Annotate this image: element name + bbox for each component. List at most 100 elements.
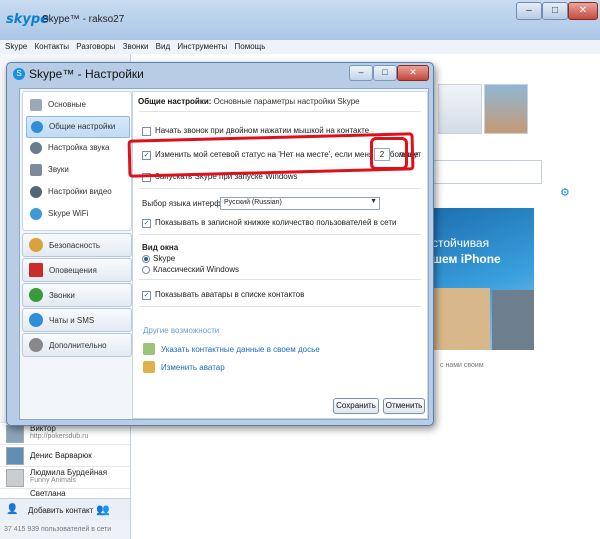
view-skype-label: Skype xyxy=(153,254,176,263)
edit-profile-link[interactable]: Указать контактные данные в своем досье xyxy=(161,345,320,354)
contact-mood: Funny Animals xyxy=(30,477,76,484)
settings-icon xyxy=(31,121,43,133)
nav-audio-settings[interactable]: Настройка звука xyxy=(26,138,128,158)
nav-label: Настройки видео xyxy=(48,187,112,196)
add-contact-button[interactable]: Добавить контакт xyxy=(28,506,93,515)
menu-contacts[interactable]: Контакты xyxy=(34,42,69,51)
contact-name: Светлана xyxy=(30,489,66,498)
dialog-minimize-button[interactable]: – xyxy=(349,65,373,81)
menu-calls[interactable]: Звонки xyxy=(123,42,149,51)
ad-caption: с нами своим xyxy=(440,362,484,369)
double-click-call-checkbox[interactable] xyxy=(142,127,151,136)
view-classic-label: Классический Windows xyxy=(153,265,239,274)
nav-label: Оповещения xyxy=(49,266,97,275)
divider xyxy=(139,111,421,112)
add-contact-bar: 👤 Добавить контакт 👥 xyxy=(0,498,130,521)
nav-label: Skype WiFi xyxy=(48,209,89,218)
nav-notifications[interactable]: Оповещения xyxy=(22,258,132,282)
red-highlight-annotation xyxy=(370,137,408,170)
nav-group-general: Основные Общие настройки Настройка звука… xyxy=(22,91,132,231)
main-window-title: Skype™ - rakso27 xyxy=(42,14,125,25)
nav-sounds[interactable]: Звуки xyxy=(26,160,128,180)
ad-line-2: шем iPhone xyxy=(432,252,501,266)
avatar xyxy=(6,447,24,465)
headset-icon xyxy=(30,142,42,154)
phone-icon xyxy=(29,288,43,302)
divider xyxy=(139,234,421,235)
contact-name: Людмила Бурдейная xyxy=(30,468,108,477)
speaker-icon xyxy=(30,164,42,176)
wifi-icon xyxy=(30,208,42,220)
avatar xyxy=(6,469,24,487)
menu-view[interactable]: Вид xyxy=(156,42,170,51)
nav-video-settings[interactable]: Настройки видео xyxy=(26,182,128,202)
nav-general-settings[interactable]: Общие настройки xyxy=(26,116,130,138)
section-title: Общие настройки: xyxy=(138,97,212,106)
dialog-close-button[interactable]: ✕ xyxy=(397,65,429,81)
advertisement-banner[interactable]: стойчивая шем iPhone xyxy=(430,208,534,350)
nav-label: Звуки xyxy=(48,165,69,174)
settings-dialog: S Skype™ - Настройки – □ ✕ Основные Общи… xyxy=(6,62,434,426)
avatar-icon xyxy=(143,361,155,373)
divider xyxy=(139,279,421,280)
dialog-title: Skype™ - Настройки xyxy=(29,67,144,81)
contact-item[interactable]: Людмила Бурдейная Funny Animals xyxy=(0,466,130,489)
message-input[interactable] xyxy=(430,160,542,184)
nav-security[interactable]: Безопасность xyxy=(22,233,132,257)
nav-label: Безопасность xyxy=(49,241,101,250)
online-count: 37 415 939 пользователей в сети xyxy=(0,520,130,539)
view-skype-radio[interactable] xyxy=(142,255,150,263)
close-button[interactable]: ✕ xyxy=(568,2,598,20)
nav-label: Общие настройки xyxy=(49,122,116,131)
save-button[interactable]: Сохранить xyxy=(333,398,379,414)
show-online-count-checkbox[interactable]: ✓ xyxy=(142,219,151,228)
cancel-button[interactable]: Отменить xyxy=(383,398,425,414)
nav-label: Настройка звука xyxy=(48,143,110,152)
profile-picture xyxy=(438,84,482,134)
menu-help[interactable]: Помощь xyxy=(235,42,266,51)
chevron-down-icon: ▼ xyxy=(370,198,377,205)
contact-name: Денис Варварюк xyxy=(30,451,92,460)
gear-icon[interactable]: ⚙ xyxy=(560,186,570,199)
dialog-titlebar: S Skype™ - Настройки – □ ✕ xyxy=(7,63,433,85)
camera-icon xyxy=(30,186,42,198)
view-classic-radio[interactable] xyxy=(142,266,150,274)
divider xyxy=(139,306,421,307)
add-contact-icon: 👤 xyxy=(6,504,19,515)
profile-picture xyxy=(484,84,528,134)
flag-icon xyxy=(29,263,43,277)
ad-phone-image xyxy=(492,290,534,350)
more-options-heading: Другие возможности xyxy=(143,326,220,335)
menu-conversations[interactable]: Разговоры xyxy=(76,42,115,51)
settings-navigation: Основные Общие настройки Настройка звука… xyxy=(22,91,132,417)
nav-general[interactable]: Основные xyxy=(26,95,128,115)
user-icon xyxy=(30,99,42,111)
minimize-button[interactable]: – xyxy=(516,2,542,20)
add-group-icon[interactable]: 👥 xyxy=(96,503,110,516)
contact-mood: http://pokersdub.ru xyxy=(30,433,89,440)
dialog-maximize-button[interactable]: □ xyxy=(373,65,397,81)
contact-item[interactable]: Денис Варварюк xyxy=(0,444,130,467)
language-value: Русский (Russian) xyxy=(224,199,282,206)
show-avatars-checkbox[interactable]: ✓ xyxy=(142,291,151,300)
main-titlebar: skype Skype™ - rakso27 – □ ✕ xyxy=(0,0,600,40)
skype-icon: S xyxy=(13,68,25,80)
contact-card-icon xyxy=(143,343,155,355)
show-avatars-label: Показывать аватары в списке контактов xyxy=(155,290,305,299)
nav-skype-wifi[interactable]: Skype WiFi xyxy=(26,204,128,224)
maximize-button[interactable]: □ xyxy=(542,2,568,20)
language-select[interactable]: Русский (Russian) ▼ xyxy=(220,197,380,210)
nav-label: Основные xyxy=(48,100,86,109)
nav-calls[interactable]: Звонки xyxy=(22,283,132,307)
nav-label: Дополнительно xyxy=(49,341,107,350)
gear-icon xyxy=(29,338,43,352)
menu-bar: Skype Контакты Разговоры Звонки Вид Инст… xyxy=(0,40,600,55)
show-online-count-label: Показывать в записной книжке количество … xyxy=(155,218,397,227)
ad-line-1: стойчивая xyxy=(432,236,490,250)
menu-skype[interactable]: Skype xyxy=(5,42,27,51)
avatar xyxy=(6,425,24,443)
nav-advanced[interactable]: Дополнительно xyxy=(22,333,132,357)
nav-chats-sms[interactable]: Чаты и SMS xyxy=(22,308,132,332)
menu-tools[interactable]: Инструменты xyxy=(177,42,227,51)
change-avatar-link[interactable]: Изменить аватар xyxy=(161,363,225,372)
